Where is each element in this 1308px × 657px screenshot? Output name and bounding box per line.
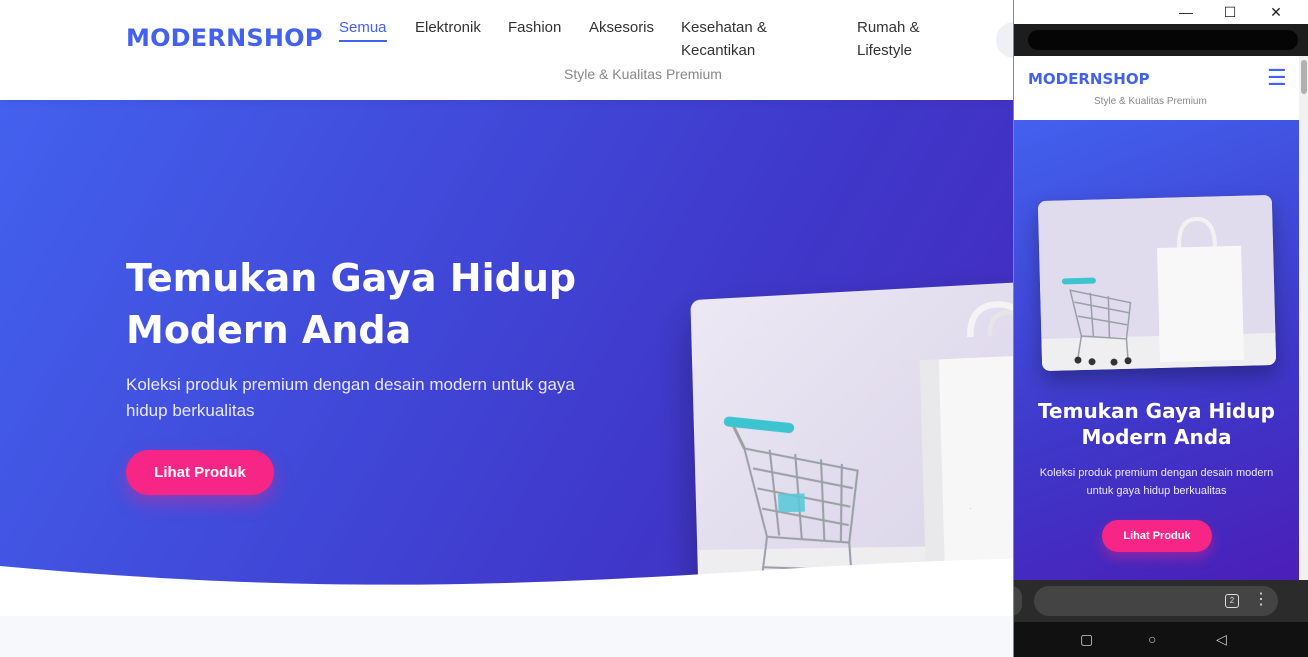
nav-link-aksesoris[interactable]: Aksesoris (589, 16, 654, 39)
browser-home-button[interactable] (1014, 586, 1022, 616)
window-titlebar: — ☐ ✕ (1014, 0, 1308, 24)
scrollbar-thumb[interactable] (1301, 60, 1307, 94)
home-icon[interactable]: ○ (1148, 630, 1156, 648)
menu-icon[interactable]: ☰ (1267, 66, 1287, 90)
more-options-icon[interactable]: ⋮ (1253, 590, 1269, 610)
mobile-scrollbar[interactable] (1299, 56, 1308, 580)
site-logo[interactable]: MODERNSHOP (126, 24, 323, 52)
mobile-site-logo[interactable]: MODERNSHOP (1028, 70, 1150, 88)
nav-link-rumah-lifestyle[interactable]: Rumah & Lifestyle (857, 16, 947, 62)
nav-link-semua[interactable]: Semua (339, 16, 387, 42)
mobile-hero-subtitle: Koleksi produk premium dengan desain mod… (1039, 467, 1274, 497)
mobile-site-tagline: Style & Kualitas Premium (1094, 96, 1207, 107)
mobile-browser-toolbar: 2 ⋮ (1014, 580, 1308, 622)
android-nav-bar: ▢ ○ ◁ (1014, 622, 1308, 657)
mobile-status-bar (1014, 24, 1308, 56)
page: MODERNSHOP Semua Elektronik Fashion Akse… (0, 0, 1308, 657)
mobile-lihat-produk-button[interactable]: Lihat Produk (1102, 520, 1212, 552)
tab-switcher-icon[interactable]: 2 (1225, 594, 1239, 608)
browser-address-bar[interactable]: 2 ⋮ (1034, 586, 1278, 616)
mobile-hero-product-image (1037, 194, 1277, 372)
nav-link-kesehatan-kecantikan[interactable]: Kesehatan & Kecantikan (681, 16, 791, 62)
close-icon[interactable]: ✕ (1262, 2, 1290, 22)
recents-icon[interactable]: ▢ (1080, 630, 1093, 648)
mobile-preview-window: — ☐ ✕ MODERNSHOP ☰ Style & Kualitas Prem… (1013, 0, 1308, 657)
redacted-region (1028, 30, 1298, 50)
maximize-icon[interactable]: ☐ (1216, 2, 1244, 22)
lihat-produk-button[interactable]: Lihat Produk (126, 450, 274, 495)
mobile-hero-title: Temukan Gaya Hidup Modern Anda (1038, 399, 1275, 449)
site-tagline: Style & Kualitas Premium (564, 66, 722, 82)
hero-subtitle: Koleksi produk premium dengan desain mod… (126, 375, 575, 420)
minimize-icon[interactable]: — (1172, 2, 1200, 22)
mobile-site-header: MODERNSHOP ☰ Style & Kualitas Premium (1014, 56, 1299, 120)
nav-link-fashion[interactable]: Fashion (508, 16, 561, 39)
shopping-cart-and-bag-photo (1037, 194, 1277, 372)
back-icon[interactable]: ◁ (1216, 630, 1227, 648)
mobile-hero-section: Temukan Gaya Hidup Modern Anda Koleksi p… (1014, 120, 1299, 580)
hero-title: Temukan Gaya Hidup Modern Anda (126, 256, 577, 352)
nav-link-elektronik[interactable]: Elektronik (415, 16, 481, 39)
